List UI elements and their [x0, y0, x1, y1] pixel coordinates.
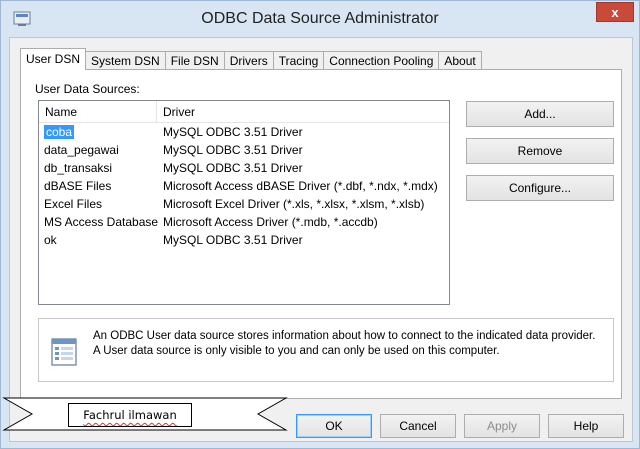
row-driver: Microsoft Access dBASE Driver (*.dbf, *.…: [163, 179, 438, 193]
tab-connection-pooling[interactable]: Connection Pooling: [323, 51, 440, 70]
data-source-document-icon: [51, 338, 77, 366]
cancel-button[interactable]: Cancel: [380, 414, 456, 438]
row-name[interactable]: dBASE Files: [39, 177, 157, 195]
author-name-label: Fachrul ilmawan: [68, 403, 192, 427]
row-name[interactable]: Excel Files: [39, 195, 157, 213]
table-row[interactable]: Excel Files Microsoft Excel Driver (*.xl…: [39, 195, 449, 213]
ok-button[interactable]: OK: [296, 414, 372, 438]
data-sources-list[interactable]: Name Driver coba MySQL ODBC 3.51 Driver …: [38, 100, 450, 305]
table-row[interactable]: MS Access Database Microsoft Access Driv…: [39, 213, 449, 231]
tab-strip: User DSN System DSN File DSN Drivers Tra…: [20, 48, 482, 70]
tab-system-dsn[interactable]: System DSN: [85, 51, 166, 70]
table-row[interactable]: db_transaksi MySQL ODBC 3.51 Driver: [39, 159, 449, 177]
column-header-driver[interactable]: Driver: [157, 101, 449, 122]
dialog-body: User DSN System DSN File DSN Drivers Tra…: [9, 37, 633, 442]
column-header-name[interactable]: Name: [39, 101, 157, 122]
tab-file-dsn[interactable]: File DSN: [164, 51, 225, 70]
row-driver: MySQL ODBC 3.51 Driver: [163, 161, 303, 175]
table-row[interactable]: ok MySQL ODBC 3.51 Driver: [39, 231, 449, 249]
table-row[interactable]: dBASE Files Microsoft Access dBASE Drive…: [39, 177, 449, 195]
tab-drivers[interactable]: Drivers: [223, 51, 274, 70]
title-bar[interactable]: ODBC Data Source Administrator x: [1, 1, 639, 37]
tab-user-dsn[interactable]: User DSN: [20, 48, 87, 70]
row-name-selected[interactable]: coba: [44, 125, 75, 139]
user-data-sources-label: User Data Sources:: [35, 82, 140, 96]
info-description: An ODBC User data source stores informat…: [93, 330, 596, 357]
row-name[interactable]: db_transaksi: [39, 159, 157, 177]
user-dsn-panel: User Data Sources: Name Driver coba MySQ…: [20, 69, 622, 399]
close-button[interactable]: x: [596, 2, 634, 22]
row-driver: MySQL ODBC 3.51 Driver: [163, 143, 303, 157]
list-header: Name Driver: [39, 101, 449, 123]
help-button[interactable]: Help: [548, 414, 624, 438]
window-title: ODBC Data Source Administrator: [201, 10, 439, 27]
row-driver: MySQL ODBC 3.51 Driver: [163, 233, 303, 247]
author-name-text: Fachrul ilmawan: [83, 408, 177, 422]
table-row[interactable]: coba MySQL ODBC 3.51 Driver: [39, 123, 449, 141]
close-icon: x: [611, 4, 619, 20]
tab-tracing[interactable]: Tracing: [272, 51, 325, 70]
info-box: An ODBC User data source stores informat…: [38, 318, 614, 382]
row-name[interactable]: ok: [39, 231, 157, 249]
row-driver: Microsoft Excel Driver (*.xls, *.xlsx, *…: [163, 197, 425, 211]
tab-about[interactable]: About: [438, 51, 482, 70]
row-driver: MySQL ODBC 3.51 Driver: [163, 125, 303, 139]
remove-button[interactable]: Remove: [466, 138, 614, 164]
apply-button: Apply: [464, 414, 540, 438]
row-driver: Microsoft Access Driver (*.mdb, *.accdb): [163, 215, 378, 229]
add-button[interactable]: Add...: [466, 101, 614, 127]
row-name[interactable]: MS Access Database: [39, 213, 158, 231]
odbc-window: ODBC Data Source Administrator x User DS…: [0, 0, 640, 449]
configure-button[interactable]: Configure...: [466, 175, 614, 201]
table-row[interactable]: data_pegawai MySQL ODBC 3.51 Driver: [39, 141, 449, 159]
row-name[interactable]: data_pegawai: [39, 141, 157, 159]
